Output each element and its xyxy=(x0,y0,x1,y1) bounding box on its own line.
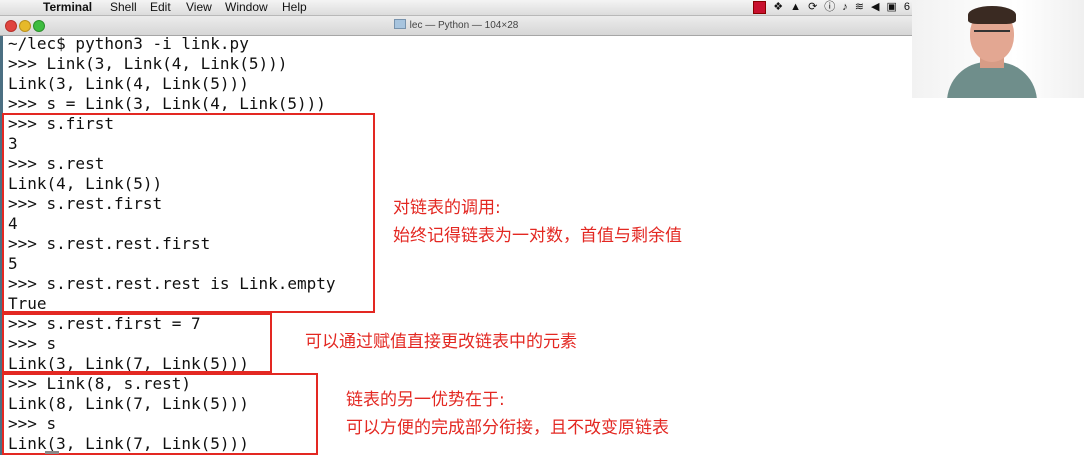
window-title: lec — Python — 104×28 xyxy=(0,19,912,31)
status-trailing: 6 xyxy=(903,1,910,13)
battery-low-icon[interactable] xyxy=(753,1,767,14)
sync-icon[interactable]: ⟳ xyxy=(808,0,817,15)
presenter-webcam xyxy=(912,0,1084,98)
bell-icon[interactable]: ♪ xyxy=(842,0,848,15)
info-icon[interactable]: ⓘ xyxy=(824,0,835,15)
terminal-line: ~/lec$ python3 -i link.py xyxy=(8,34,249,53)
annotation-note-2: 可以通过赋值直接更改链表中的元素 xyxy=(305,332,577,352)
menu-edit[interactable]: Edit xyxy=(150,0,171,15)
menu-view[interactable]: View xyxy=(186,0,212,15)
menu-window[interactable]: Window xyxy=(225,0,268,15)
terminal-line: Link(3, Link(4, Link(5))) xyxy=(8,74,249,93)
presenter-hair xyxy=(968,6,1016,24)
menu-terminal[interactable]: Terminal xyxy=(43,0,92,15)
annotation-note-3-body: 可以方便的完成部分衔接，且不改变原链表 xyxy=(346,418,669,438)
highlight-box-sharing xyxy=(2,373,318,455)
highlight-box-accessors xyxy=(2,113,375,313)
volume-icon[interactable]: ◀ xyxy=(871,0,879,15)
annotation-note-1-body: 始终记得链表为一对数，首值与剩余值 xyxy=(393,226,682,246)
window-title-bar[interactable]: lec — Python — 104×28 xyxy=(0,16,912,36)
annotation-note-3-title: 链表的另一优势在于: xyxy=(346,390,505,410)
display-icon[interactable]: ▣ xyxy=(886,0,896,15)
status-area: ❖ ▲ ⟳ ⓘ ♪ ≋ ◀ ▣ 6 xyxy=(753,0,912,15)
menu-help[interactable]: Help xyxy=(282,0,307,15)
drive-icon[interactable]: ▲ xyxy=(790,0,801,15)
scroll-indicator[interactable] xyxy=(45,451,59,454)
dropbox-icon[interactable]: ❖ xyxy=(773,0,783,15)
highlight-box-mutation xyxy=(2,313,272,373)
wifi-icon[interactable]: ≋ xyxy=(855,0,864,15)
window-title-text: lec — Python — 104×28 xyxy=(409,20,519,31)
annotation-note-1-title: 对链表的调用: xyxy=(393,198,501,218)
menu-shell[interactable]: Shell xyxy=(110,0,137,15)
menu-bar: Terminal Shell Edit View Window Help ❖ ▲… xyxy=(0,0,912,16)
terminal-line: >>> s = Link(3, Link(4, Link(5))) xyxy=(8,94,326,113)
presenter-glasses xyxy=(974,30,1010,38)
folder-icon xyxy=(393,19,406,29)
terminal-line: >>> Link(3, Link(4, Link(5))) xyxy=(8,54,288,73)
